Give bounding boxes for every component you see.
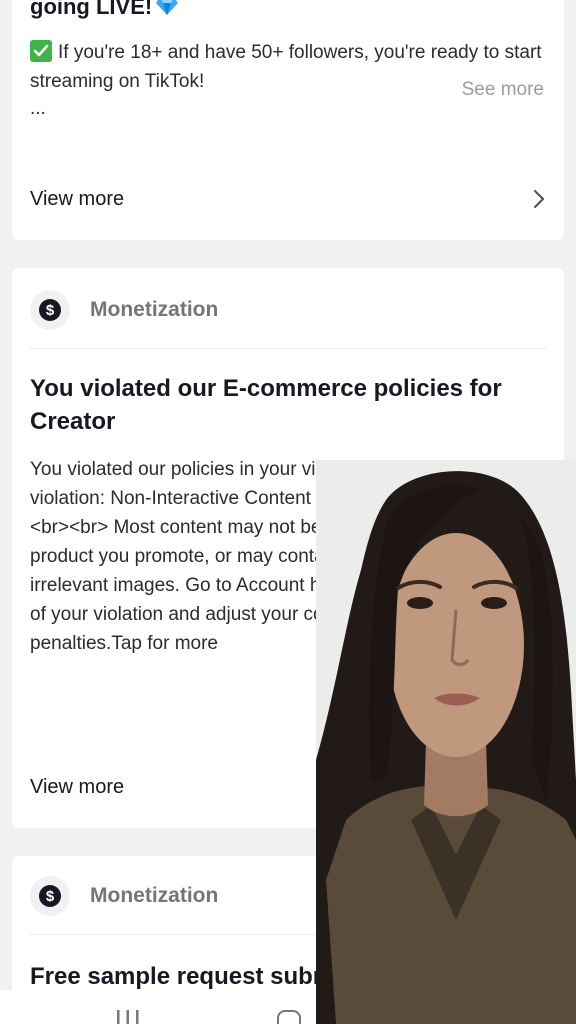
- check-icon: [30, 40, 52, 62]
- section-header: $ Monetization: [30, 876, 218, 916]
- view-more-label: View more: [30, 187, 125, 210]
- section-label: Monetization: [90, 884, 219, 907]
- section-label: Monetization: [90, 298, 219, 321]
- notification-card-live[interactable]: going LIVE! If you're 18+ and have 50+ f…: [12, 0, 564, 240]
- view-more-label: View more: [30, 775, 125, 798]
- dollar-icon: $: [30, 876, 70, 916]
- notifications-screen: going LIVE! If you're 18+ and have 50+ f…: [0, 0, 576, 1024]
- divider: [30, 348, 546, 349]
- notice-title: You violated our E-commerce policies for…: [30, 375, 502, 435]
- view-more-row[interactable]: View more: [12, 174, 564, 224]
- card-title-text: going LIVE!: [30, 0, 153, 19]
- home-icon[interactable]: [277, 1010, 301, 1024]
- ellipsis: ...: [30, 98, 46, 119]
- see-more-link[interactable]: See more: [462, 79, 544, 101]
- camera-overlay: [316, 460, 576, 1024]
- recents-icon[interactable]: [116, 1010, 140, 1024]
- card-title: going LIVE!: [30, 0, 179, 20]
- chevron-right-icon: [533, 189, 545, 209]
- dollar-icon: $: [30, 290, 70, 330]
- section-header: $ Monetization: [30, 290, 218, 330]
- gem-icon: [156, 0, 179, 16]
